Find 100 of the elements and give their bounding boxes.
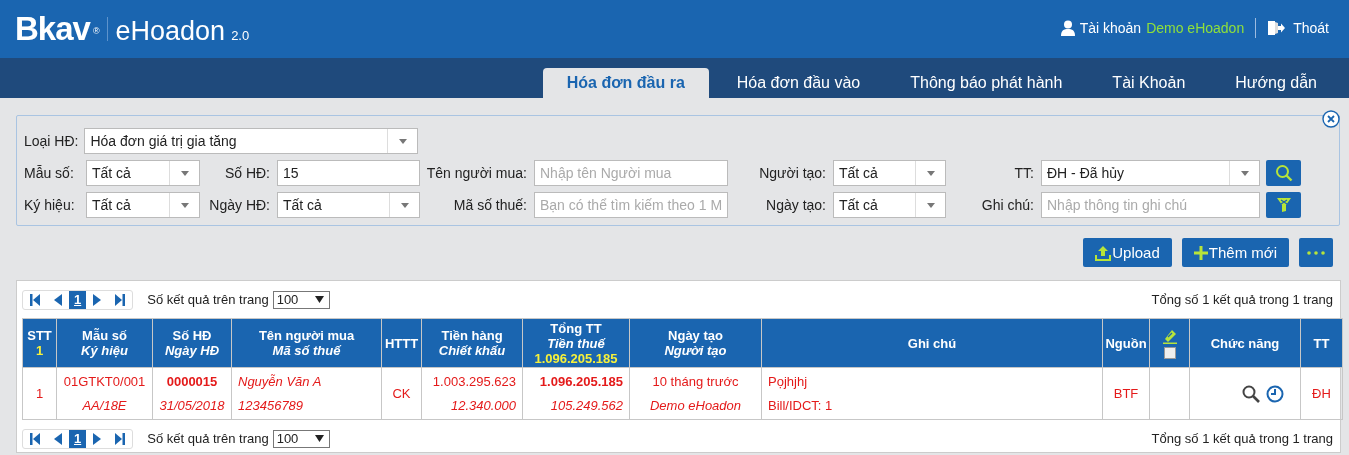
page-size-dropdown[interactable]: 100 bbox=[272, 429, 330, 448]
field-label: Người tạo: bbox=[758, 165, 827, 181]
nav-tab[interactable]: Tài Khoản bbox=[1088, 68, 1210, 98]
input-field[interactable]: Nhập tên Người mua bbox=[534, 160, 728, 186]
column-header: HTTT bbox=[381, 318, 422, 368]
column-header: Tổng TT Tiền thuế 1.096.205.185 bbox=[522, 318, 630, 368]
input-field[interactable]: Nhập thông tin ghi chú bbox=[1041, 192, 1260, 218]
cell-text: 105.249.562 bbox=[549, 396, 623, 415]
cell-text: Nguyễn Văn A bbox=[238, 372, 323, 391]
caret-icon bbox=[314, 296, 324, 303]
caret-icon bbox=[925, 169, 936, 177]
nav-tab[interactable]: Hóa đơn đầu ra bbox=[542, 68, 709, 98]
cell-text: 10 tháng trước bbox=[651, 372, 740, 391]
registered-mark: ® bbox=[92, 26, 100, 36]
version-label: 2.0 bbox=[231, 28, 250, 43]
cell-text: Bill/IDCT: 1 bbox=[768, 396, 834, 415]
cell-text: 12.340.000 bbox=[449, 396, 516, 415]
dropdown-field[interactable]: Hóa đơn giá trị gia tăng bbox=[84, 128, 419, 154]
logout-link[interactable]: Thoát bbox=[1293, 20, 1329, 36]
pen-icon bbox=[1161, 327, 1178, 344]
column-header: STT 1 bbox=[22, 318, 57, 368]
last-page-icon[interactable] bbox=[115, 432, 126, 445]
result-summary: Tổng số 1 kết quả trong 1 trang bbox=[1151, 431, 1334, 446]
field-label: Tên người mua: bbox=[425, 165, 528, 181]
dropdown-field[interactable]: Tất cả bbox=[833, 192, 946, 218]
upload-button[interactable]: Upload bbox=[1083, 238, 1172, 267]
cell-text: 1.003.295.623 bbox=[431, 372, 516, 391]
next-page-icon[interactable] bbox=[93, 432, 102, 445]
dropdown-field[interactable]: Tất cả bbox=[833, 160, 946, 186]
field-label: Mẫu số: bbox=[24, 165, 75, 181]
column-header: TT bbox=[1300, 318, 1343, 368]
page-number[interactable]: 1 bbox=[69, 429, 87, 448]
dropdown-field[interactable]: Tất cả bbox=[86, 192, 200, 218]
next-page-icon[interactable] bbox=[93, 293, 102, 306]
exit-door-icon bbox=[1267, 20, 1286, 36]
field-label: Ngày HĐ: bbox=[208, 197, 271, 213]
filter-icon bbox=[1276, 198, 1291, 212]
column-header: Tên người mua Mã số thuế bbox=[231, 318, 382, 368]
caret-icon bbox=[179, 201, 190, 209]
cell-text: Demo eHoadon bbox=[648, 396, 743, 415]
last-page-icon[interactable] bbox=[115, 293, 126, 306]
cell-text: Pọjhjhj bbox=[768, 372, 809, 391]
cell-text: 31/05/2018 bbox=[159, 396, 225, 415]
more-dots-icon bbox=[1307, 250, 1325, 255]
field-label: Loại HĐ: bbox=[24, 133, 80, 149]
clear-filter-button[interactable] bbox=[1266, 192, 1301, 218]
column-header: Ngày tạo Người tạo bbox=[629, 318, 762, 368]
cell-text: 01GTKT0/001 bbox=[63, 372, 146, 391]
previous-page-icon[interactable] bbox=[54, 432, 62, 445]
cell-text: 1.096.205.185 bbox=[538, 372, 623, 391]
search-button[interactable] bbox=[1266, 160, 1301, 186]
upload-icon bbox=[1095, 244, 1112, 261]
table-cell: ĐH bbox=[1300, 367, 1343, 420]
column-header: Mẫu số Ký hiệu bbox=[56, 318, 153, 368]
page-size-dropdown[interactable]: 100 bbox=[272, 290, 330, 309]
input-field[interactable]: Bạn có thể tìm kiếm theo 1 M bbox=[534, 192, 728, 218]
brand-logo: Bkav bbox=[15, 10, 90, 48]
caret-icon bbox=[397, 137, 408, 145]
caret-icon bbox=[314, 435, 324, 442]
previous-page-icon[interactable] bbox=[54, 293, 62, 306]
dropdown-field[interactable]: Tất cả bbox=[277, 192, 420, 218]
close-icon[interactable] bbox=[1322, 110, 1340, 128]
column-header: Nguồn bbox=[1102, 318, 1150, 368]
account-name[interactable]: Demo eHoadon bbox=[1146, 20, 1245, 36]
table-cell: BTF bbox=[1102, 367, 1150, 420]
column-header: Chức năng bbox=[1189, 318, 1301, 368]
cell-text: AA/18E bbox=[81, 396, 128, 415]
table-cell: 1 bbox=[22, 367, 57, 420]
nav-tab[interactable]: Hướng dẫn bbox=[1211, 68, 1341, 98]
column-header: Số HĐ Ngày HĐ bbox=[152, 318, 232, 368]
caret-icon bbox=[179, 169, 190, 177]
column-header: Ghi chú bbox=[761, 318, 1103, 368]
page-size-label: Số kết quả trên trang bbox=[147, 292, 269, 307]
first-page-icon[interactable] bbox=[30, 293, 40, 306]
page-size-label: Số kết quả trên trang bbox=[147, 431, 269, 446]
search-icon[interactable] bbox=[1242, 384, 1260, 403]
user-icon bbox=[1060, 20, 1075, 36]
nav-tab[interactable]: Hóa đơn đầu vào bbox=[712, 68, 885, 98]
nav-tab[interactable]: Thông báo phát hành bbox=[886, 68, 1087, 98]
caret-icon bbox=[925, 201, 936, 209]
input-field[interactable]: 15 bbox=[277, 160, 420, 186]
dropdown-field[interactable]: Tất cả bbox=[86, 160, 200, 186]
field-label: Ghi chú: bbox=[980, 197, 1035, 213]
field-label: TT: bbox=[1013, 165, 1035, 181]
field-label: Ký hiệu: bbox=[24, 197, 76, 213]
result-summary: Tổng số 1 kết quả trong 1 trang bbox=[1151, 292, 1334, 307]
product-name: eHoadon bbox=[115, 16, 226, 47]
select-all-checkbox[interactable] bbox=[1163, 346, 1176, 359]
field-label: Mã số thuế: bbox=[452, 197, 528, 213]
caret-icon bbox=[1239, 169, 1250, 177]
page-number[interactable]: 1 bbox=[69, 290, 87, 309]
account-label: Tài khoản bbox=[1079, 20, 1142, 36]
table-cell: CK bbox=[381, 367, 422, 420]
first-page-icon[interactable] bbox=[30, 432, 40, 445]
add-button[interactable]: Thêm mới bbox=[1181, 238, 1289, 267]
cell-text: 123456789 bbox=[238, 396, 305, 415]
plus-icon bbox=[1193, 245, 1208, 260]
clock-icon[interactable] bbox=[1266, 384, 1284, 403]
dropdown-field[interactable]: ĐH - Đã hủy bbox=[1041, 160, 1260, 186]
search-icon bbox=[1274, 164, 1293, 182]
